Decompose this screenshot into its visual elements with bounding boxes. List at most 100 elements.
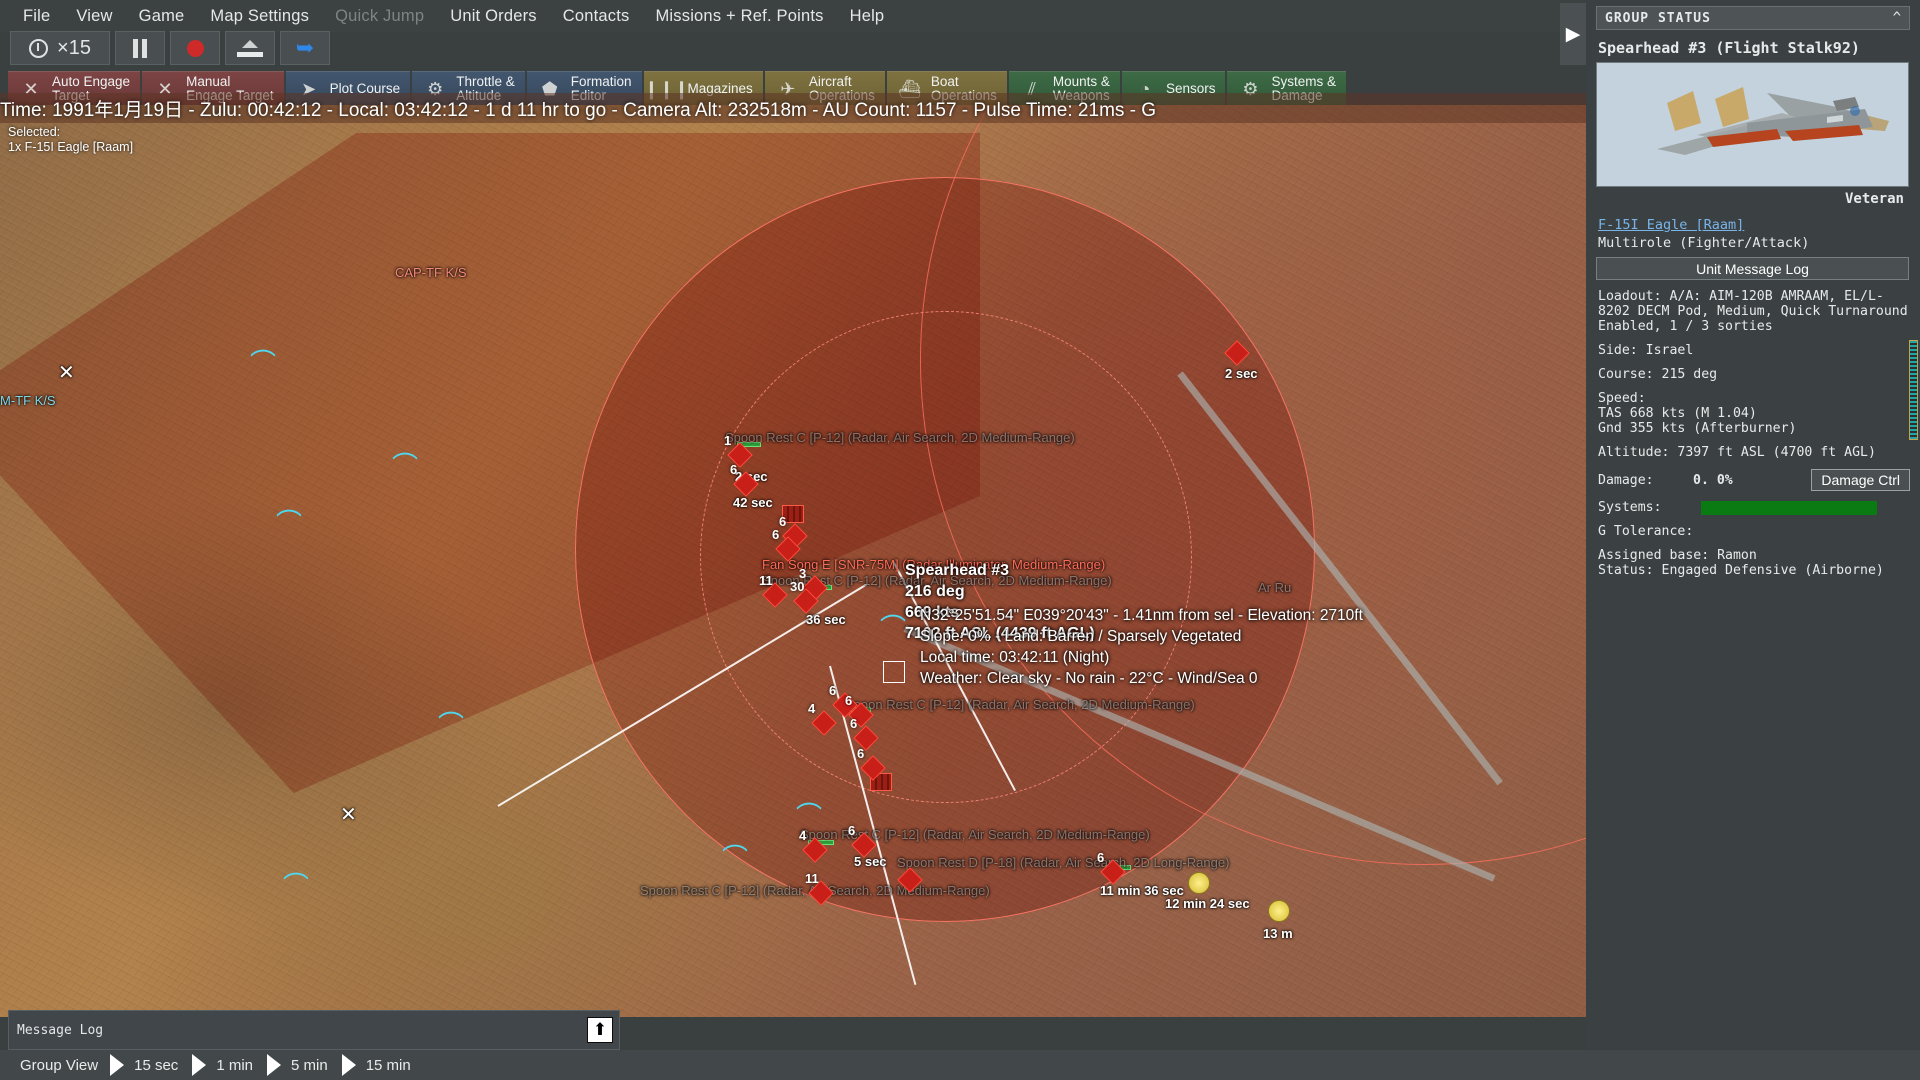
selected-unit-marker[interactable] (883, 661, 905, 683)
friendly-aircraft-marker[interactable]: ⌒ (250, 350, 276, 376)
up-arrow-icon[interactable]: ⬆ (587, 1017, 613, 1043)
contact-count: 4 (808, 701, 816, 716)
game-speed-label: ×15 (57, 36, 91, 59)
contact-count: 6 (779, 514, 787, 529)
selected-readout: Selected: 1x F-15I Eagle [Raam] (8, 125, 133, 155)
game-speed-button[interactable]: ×15 (10, 31, 110, 65)
play-arrow-icon (267, 1054, 281, 1076)
friendly-aircraft-marker[interactable]: ⌒ (796, 803, 822, 829)
damage-control-button[interactable]: Damage Ctrl (1811, 469, 1910, 491)
contact-count: 11 (759, 573, 773, 588)
contact-count: 30 (790, 579, 805, 594)
selected-unit-name: 1x F-15I Eagle [Raam] (8, 140, 134, 154)
play-arrow-icon (192, 1054, 207, 1076)
jump-to-unit-button[interactable]: ➥ (280, 31, 330, 65)
time-step-label: 1 min (216, 1056, 253, 1074)
map-marker-x: ✕ (340, 804, 357, 826)
contact-count: 6 (772, 527, 780, 542)
menu-item-game[interactable]: Game (126, 3, 198, 30)
status-bar-text: Time: 1991年1月19日 - Zulu: 00:42:12 - Loca… (0, 99, 1157, 121)
blue-arrow-icon: ➥ (295, 35, 315, 60)
time-step-15-sec[interactable]: 15 sec (110, 1054, 192, 1076)
group-status-header[interactable]: GROUP STATUS ^ (1596, 6, 1910, 30)
play-arrow-icon (341, 1054, 356, 1076)
time-step-15-min[interactable]: 15 min (341, 1054, 425, 1076)
map-label: CAP-TF K/S (395, 265, 467, 280)
group-status-panel: GROUP STATUS ^ Spearhead #3 (Flight Stal… (1586, 0, 1920, 1050)
unit-side: Side: Israel (1598, 343, 1694, 358)
map-label: Spoon Rest C [P-12] (Radar, Air Search, … (845, 697, 1195, 712)
menu-item-contacts[interactable]: Contacts (550, 3, 643, 30)
systems-row: Systems: (1598, 500, 1910, 515)
unit-loadout: Loadout: A/A: AIM-120B AMRAAM, EL/L-8202… (1598, 289, 1908, 334)
panel-expander-button[interactable]: ▶ (1560, 3, 1586, 65)
map-cursor-info: N32°25'51.54" E039°20'43" - 1.41nm from … (920, 605, 1363, 689)
menu-item-view[interactable]: View (63, 3, 125, 30)
contact-count: 6 (848, 823, 856, 838)
pause-button[interactable] (115, 31, 165, 65)
chevron-up-icon[interactable]: ^ (1893, 10, 1901, 26)
selected-label: Selected: (8, 125, 61, 139)
record-button[interactable] (170, 31, 220, 65)
map-layers-button[interactable] (225, 31, 275, 65)
play-arrow-icon (110, 1054, 125, 1076)
systems-health-bar (1701, 500, 1877, 515)
map-timer-label: 13 m (1263, 926, 1293, 941)
friendly-aircraft-marker[interactable]: ⌒ (722, 845, 748, 871)
time-step-1-min[interactable]: 1 min (192, 1054, 267, 1076)
friendly-aircraft-marker[interactable]: ⌒ (283, 873, 309, 899)
friendly-aircraft-marker[interactable]: ⌒ (880, 615, 906, 641)
unit-role: Multirole (Fighter/Attack) (1598, 235, 1810, 251)
crew-experience: Veteran (1844, 191, 1904, 207)
unit-speed-gnd: Gnd 355 kts (Afterburner) (1598, 421, 1797, 436)
airbase-marker[interactable] (1268, 900, 1290, 922)
tooltip-course: 216 deg (905, 583, 965, 600)
message-log-title: Message Log (17, 1022, 104, 1038)
assigned-base: Assigned base: Ramon (1598, 548, 1757, 563)
map-canvas[interactable]: ⌒ ⌒ ⌒ ⌒ ⌒ ⌒ ⌒ ⌒ ✕ ✕ Selected: 1x F-15I E… (0, 105, 1586, 1017)
menu-item-map-settings[interactable]: Map Settings (197, 3, 322, 30)
time-step-label: 5 min (291, 1056, 328, 1074)
pause-icon (133, 38, 147, 58)
contact-count: 6 (829, 683, 837, 698)
damage-value: 0. 0% (1693, 472, 1733, 488)
bottom-bar: Group View 15 sec 1 min 5 min 15 min (0, 1050, 1920, 1080)
tooltip-unit-name: Spearhead #3 (905, 562, 1010, 579)
unit-course: Course: 215 deg (1598, 367, 1718, 382)
time-controls: ×15 ➥ (10, 31, 330, 65)
unit-speed-header: Speed: (1598, 391, 1646, 406)
friendly-aircraft-marker[interactable]: ⌒ (276, 510, 302, 536)
time-step-label: 15 sec (134, 1056, 179, 1074)
message-log-bar[interactable]: Message Log ⬆ (8, 1010, 620, 1050)
group-view-label[interactable]: Group View (8, 1057, 110, 1074)
map-label: Spoon Rest D [P-18] (Radar, Air Search, … (897, 855, 1230, 870)
menu-item-file[interactable]: File (10, 3, 63, 30)
cursor-weather: Weather: Clear sky - No rain - 22°C - Wi… (920, 670, 1258, 687)
friendly-aircraft-marker[interactable]: ⌒ (438, 712, 464, 738)
unit-image (1596, 62, 1909, 187)
cursor-localtime: Local time: 03:42:11 (Night) (920, 649, 1110, 666)
damage-row: Damage: 0. 0% Damage Ctrl (1598, 469, 1910, 491)
friendly-aircraft-marker[interactable]: ⌒ (392, 453, 418, 479)
time-step-5-min[interactable]: 5 min (267, 1054, 342, 1076)
damage-label: Damage: (1598, 472, 1654, 488)
map-timer-label: 2 sec (1225, 366, 1258, 381)
map-label: M-TF K/S (0, 393, 56, 408)
g-tolerance-label: G Tolerance: (1598, 524, 1694, 539)
unit-message-log-button[interactable]: Unit Message Log (1596, 257, 1909, 280)
clock-icon (29, 38, 49, 58)
menu-item-missions-ref-points[interactable]: Missions + Ref. Points (642, 3, 836, 30)
menu-item-help[interactable]: Help (837, 3, 898, 30)
unit-type-link[interactable]: F-15I Eagle [Raam] (1598, 217, 1744, 233)
mini-scroll-indicator[interactable] (1909, 340, 1918, 440)
unit-altitude: Altitude: 7397 ft ASL (4700 ft AGL) (1598, 445, 1876, 460)
menu-item-unit-orders[interactable]: Unit Orders (437, 3, 550, 30)
map-label: Ar Ru (1258, 580, 1292, 595)
contact-count: 1 (724, 433, 732, 448)
menu-bar: File View Game Map Settings Quick Jump Unit O… (0, 0, 1586, 32)
airbase-marker[interactable] (1188, 872, 1210, 894)
contact-count: 4 (799, 828, 807, 843)
map-timer-label: 12 min 24 sec (1165, 896, 1250, 911)
cursor-coords: N32°25'51.54" E039°20'43" - 1.41nm from … (920, 607, 1363, 624)
contact-count: 11 (805, 871, 819, 886)
